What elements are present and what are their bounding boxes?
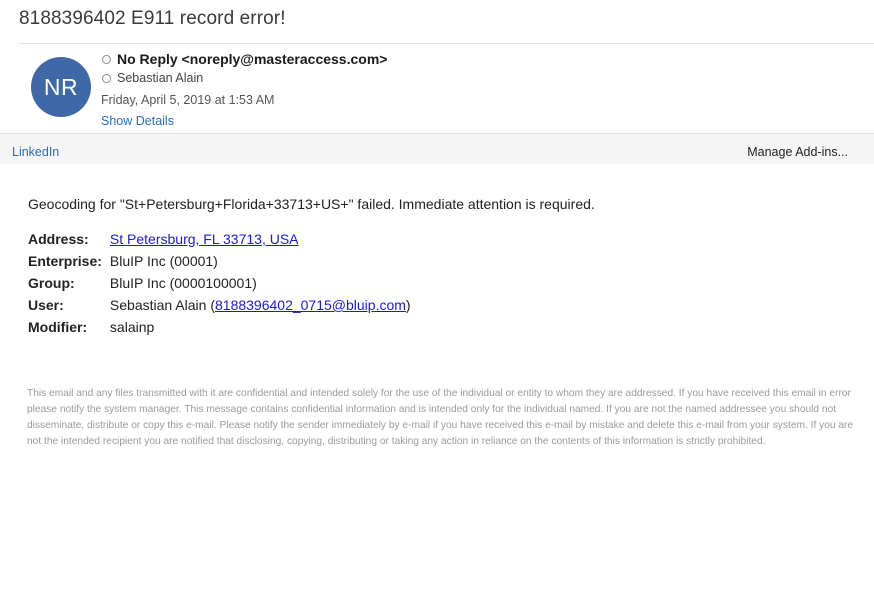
email-date: Friday, April 5, 2019 at 1:53 AM <box>101 93 275 107</box>
modifier-label: Modifier: <box>28 319 88 335</box>
user-close-paren: ) <box>405 297 411 313</box>
sender-row[interactable]: No Reply <noreply@masteraccess.com> <box>102 51 387 67</box>
sender-name[interactable]: No Reply <noreply@masteraccess.com> <box>117 51 387 67</box>
show-details-link[interactable]: Show Details <box>101 114 174 128</box>
group-row: Group: BluIP Inc (0000100001) <box>26 272 413 294</box>
email-intro-text: Geocoding for "St+Petersburg+Florida+337… <box>28 196 595 212</box>
enterprise-value: BluIP Inc (00001) <box>109 253 218 269</box>
user-row: User: Sebastian Alain (8188396402_0715@b… <box>26 294 413 316</box>
avatar-initials: NR <box>43 73 79 100</box>
presence-status-icon <box>102 54 111 64</box>
record-details-table: Address: St Petersburg, FL 33713, USA En… <box>26 228 413 338</box>
recipient-name[interactable]: Sebastian Alain <box>117 71 203 85</box>
address-link[interactable]: St Petersburg, FL 33713, USA <box>110 231 299 247</box>
group-label: Group: <box>28 275 75 291</box>
modifier-row: Modifier: salainp <box>26 316 413 338</box>
modifier-value: salainp <box>109 319 155 335</box>
enterprise-row: Enterprise: BluIP Inc (00001) <box>26 250 413 272</box>
presence-status-icon <box>102 73 111 83</box>
address-label: Address: <box>28 231 89 247</box>
enterprise-label: Enterprise: <box>28 253 102 269</box>
user-name: Sebastian Alain ( <box>109 297 215 313</box>
group-value: BluIP Inc (0000100001) <box>109 275 257 291</box>
addin-bar <box>0 134 874 164</box>
confidentiality-disclaimer: This email and any files transmitted wit… <box>27 388 854 447</box>
user-label: User: <box>28 297 64 313</box>
user-value: Sebastian Alain (8188396402_0715@bluip.c… <box>108 294 413 316</box>
sender-avatar: NR <box>31 57 91 117</box>
manage-addins-button[interactable]: Manage Add-ins... <box>747 145 848 159</box>
linkedin-addin-link[interactable]: LinkedIn <box>12 145 59 159</box>
user-email-link[interactable]: 8188396402_0715@bluip.com <box>215 297 406 313</box>
email-subject: 8188396402 E911 record error! <box>19 8 286 29</box>
header-divider <box>19 43 874 44</box>
address-row: Address: St Petersburg, FL 33713, USA <box>26 228 413 250</box>
recipient-row[interactable]: Sebastian Alain <box>102 71 203 85</box>
